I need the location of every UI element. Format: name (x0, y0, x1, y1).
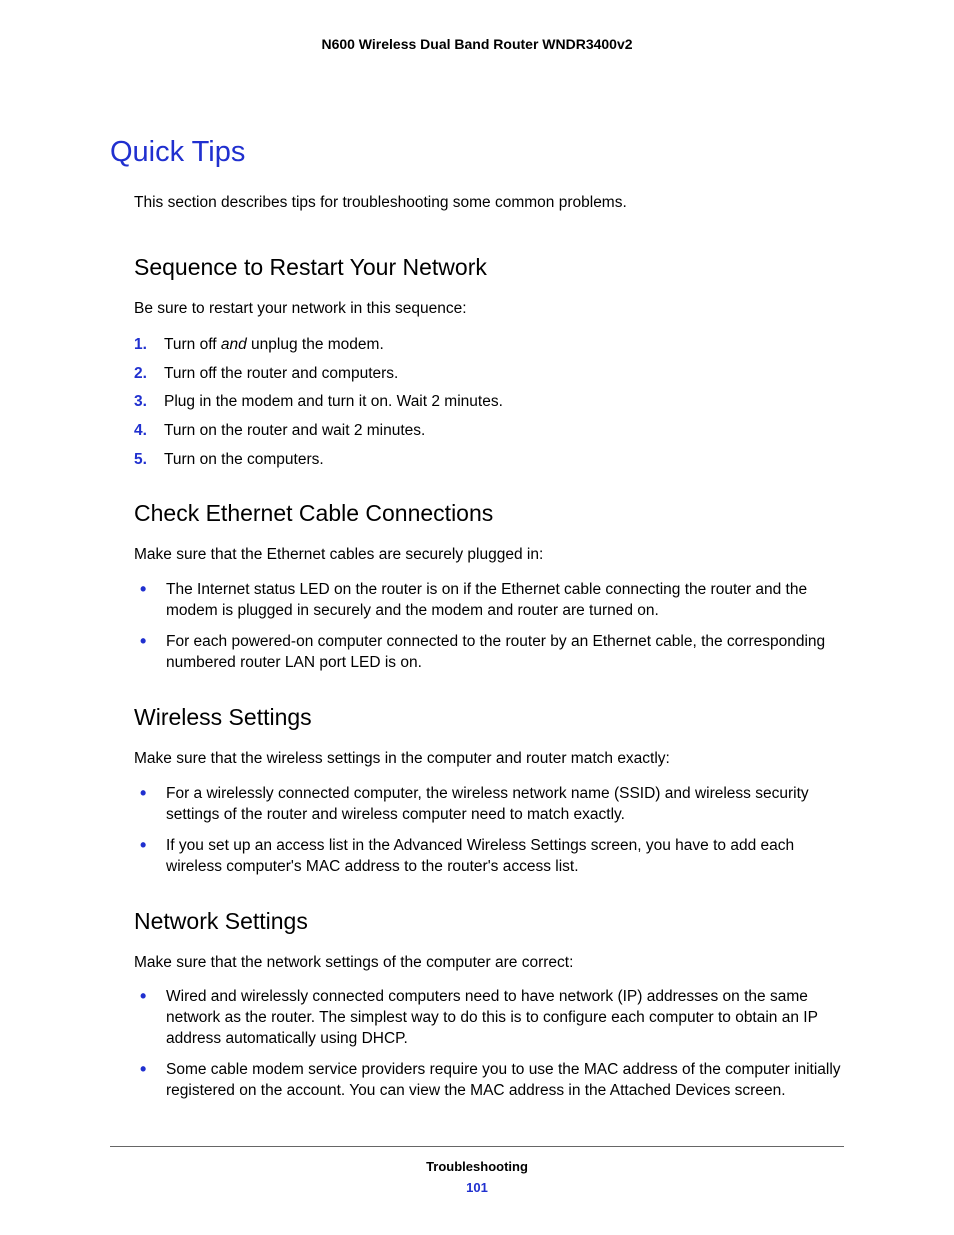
section-lead: Make sure that the network settings of t… (134, 953, 844, 974)
network-bullets: Wired and wirelessly connected computers… (134, 987, 844, 1102)
list-item: Some cable modem service providers requi… (158, 1060, 844, 1102)
list-item: Turn on the computers. (158, 449, 844, 471)
step-text: unplug the modem. (247, 336, 384, 353)
section-heading-ethernet: Check Ethernet Cable Connections (134, 500, 844, 527)
section-lead: Be sure to restart your network in this … (134, 299, 844, 320)
list-item: Turn on the router and wait 2 minutes. (158, 420, 844, 442)
list-item: Plug in the modem and turn it on. Wait 2… (158, 391, 844, 413)
list-item: Turn off the router and computers. (158, 363, 844, 385)
list-item: For a wirelessly connected computer, the… (158, 784, 844, 826)
intro-paragraph: This section describes tips for troubles… (134, 193, 844, 214)
footer-page-number: 101 (110, 1180, 844, 1195)
list-item: The Internet status LED on the router is… (158, 580, 844, 622)
list-item: If you set up an access list in the Adva… (158, 836, 844, 878)
section-heading-network: Network Settings (134, 908, 844, 935)
section-lead: Make sure that the Ethernet cables are s… (134, 545, 844, 566)
document-header: N600 Wireless Dual Band Router WNDR3400v… (110, 36, 844, 52)
step-text: Turn off (164, 336, 221, 353)
restart-steps: Turn off and unplug the modem. Turn off … (134, 334, 844, 470)
section-heading-wireless: Wireless Settings (134, 704, 844, 731)
section-lead: Make sure that the wireless settings in … (134, 749, 844, 770)
page-footer: Troubleshooting 101 (110, 1146, 844, 1195)
list-item: Turn off and unplug the modem. (158, 334, 844, 356)
footer-chapter: Troubleshooting (110, 1159, 844, 1174)
page-title: Quick Tips (110, 136, 844, 169)
list-item: Wired and wirelessly connected computers… (158, 987, 844, 1050)
step-em: and (221, 336, 247, 353)
list-item: For each powered-on computer connected t… (158, 632, 844, 674)
section-heading-restart: Sequence to Restart Your Network (134, 254, 844, 281)
wireless-bullets: For a wirelessly connected computer, the… (134, 784, 844, 878)
ethernet-bullets: The Internet status LED on the router is… (134, 580, 844, 674)
